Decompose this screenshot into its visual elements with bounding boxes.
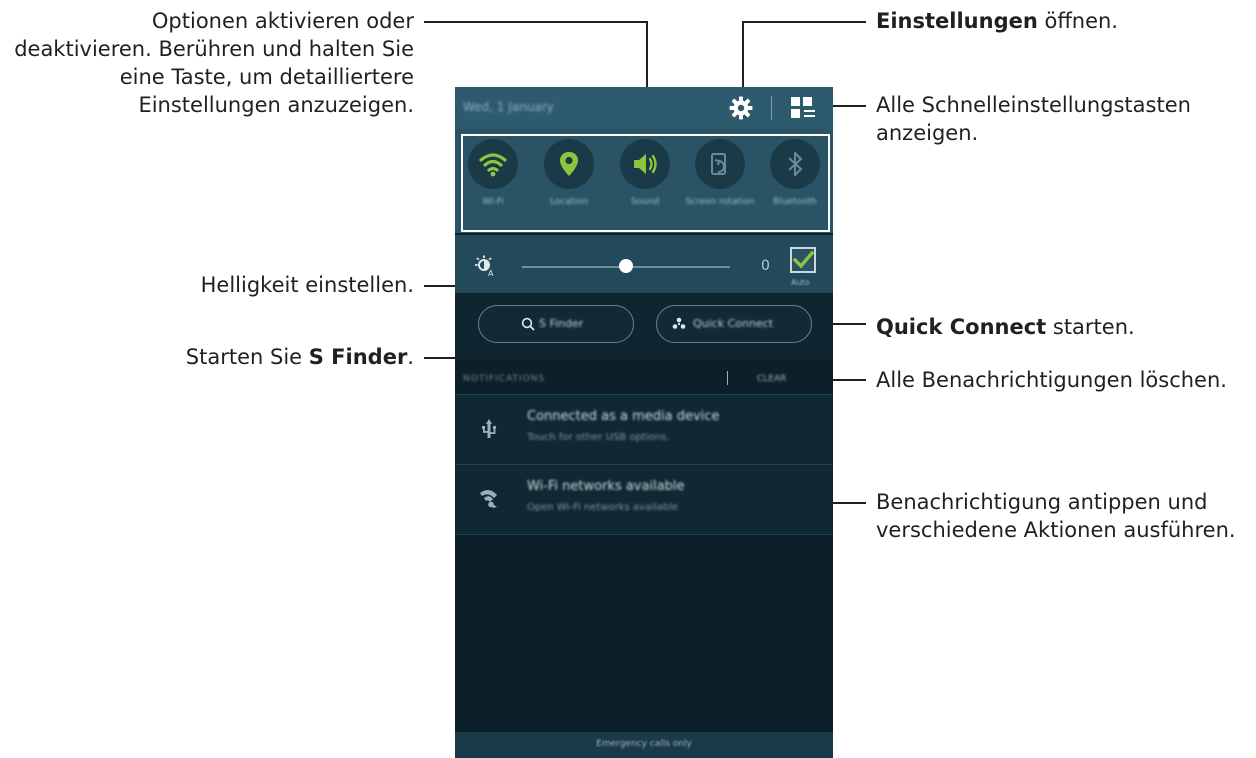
date-label: Wed, 1 January xyxy=(463,100,554,114)
callout-notification-line-2: verschiedene Aktionen ausführen. xyxy=(876,518,1236,542)
wifi-notification-icon xyxy=(480,489,497,508)
callout-sfinder-post: . xyxy=(407,345,414,369)
action-buttons-row: S Finder Quick Connect xyxy=(455,293,833,359)
callout-quick-connect-bold: Quick Connect xyxy=(876,315,1047,339)
auto-label: Auto xyxy=(791,278,810,287)
auto-brightness-checkbox[interactable] xyxy=(790,247,816,273)
notification-item[interactable]: Connected as a media device Touch for ot… xyxy=(455,395,833,465)
usb-icon xyxy=(482,419,497,438)
callout-all-quick: Alle Schnelleinstellungstasten anzeigen. xyxy=(876,91,1191,147)
emergency-calls-label: Emergency calls only xyxy=(596,739,692,749)
notification-title: Wi-Fi networks available xyxy=(527,479,685,494)
callout-sfinder: Starten Sie S Finder. xyxy=(0,343,414,371)
brightness-value: 0 xyxy=(761,258,770,274)
callout-all-quick-line-2: anzeigen. xyxy=(876,121,979,145)
callout-toggle-line-4: Einstellungen anzuzeigen. xyxy=(138,93,414,117)
header-divider xyxy=(771,96,772,120)
callout-settings-bold: Einstellungen xyxy=(876,9,1038,33)
callout-settings-rest: öffnen. xyxy=(1037,9,1119,33)
callout-toggle-line-3: eine Taste, um detailliertere xyxy=(119,65,414,89)
callout-notification-line-1: Benachrichtigung antippen und xyxy=(876,490,1208,514)
leader-line-settings-h xyxy=(742,21,866,23)
notifications-heading: NOTIFICATIONS xyxy=(463,374,546,384)
checkmark-icon xyxy=(792,250,815,269)
callout-brightness-text: Helligkeit einstellen. xyxy=(200,273,414,297)
notification-subtitle: Open Wi-Fi networks available xyxy=(527,502,679,513)
s-finder-search-icon xyxy=(521,317,535,331)
bottom-status-bar: Emergency calls only xyxy=(455,732,833,758)
leader-line-toggle-h xyxy=(424,21,648,23)
quick-connect-button[interactable]: Quick Connect xyxy=(656,305,812,343)
callout-quick-connect: Quick Connect starten. xyxy=(876,313,1135,341)
callout-sfinder-bold: S Finder xyxy=(308,345,408,369)
callout-all-quick-line-1: Alle Schnelleinstellungstasten xyxy=(876,93,1191,117)
callout-toggle-line-2: deaktivieren. Berühren und halten Sie xyxy=(14,37,414,61)
brightness-slider-thumb[interactable] xyxy=(619,259,633,273)
brightness-row: A 0 Auto xyxy=(455,235,833,293)
quick-connect-icon xyxy=(672,317,686,329)
callout-clear-all-text: Alle Benachrichtigungen löschen. xyxy=(876,368,1227,392)
svg-text:A: A xyxy=(488,269,494,277)
quick-connect-label: Quick Connect xyxy=(693,317,774,330)
quick-settings-highlight xyxy=(461,134,830,232)
callout-toggle-options: Optionen aktivieren oder deaktivieren. B… xyxy=(0,7,414,119)
notifications-header: NOTIFICATIONS CLEAR xyxy=(455,359,833,395)
callout-clear-all: Alle Benachrichtigungen löschen. xyxy=(876,366,1227,394)
brightness-auto-icon: A xyxy=(475,255,494,277)
callout-brightness: Helligkeit einstellen. xyxy=(0,271,414,299)
panel-header: Wed, 1 January xyxy=(455,87,833,129)
callout-sfinder-pre: Starten Sie xyxy=(185,345,309,369)
notification-title: Connected as a media device xyxy=(527,409,720,424)
callout-notification: Benachrichtigung antippen und verschiede… xyxy=(876,488,1236,544)
clear-button[interactable]: CLEAR xyxy=(757,374,786,384)
grid-edit-icon[interactable] xyxy=(790,96,816,120)
notifications-header-divider xyxy=(727,371,728,385)
callout-settings: Einstellungen öffnen. xyxy=(876,7,1118,35)
notification-subtitle: Touch for other USB options. xyxy=(527,432,670,443)
s-finder-button[interactable]: S Finder xyxy=(478,305,634,343)
notification-item[interactable]: Wi-Fi networks available Open Wi-Fi netw… xyxy=(455,465,833,535)
callout-quick-connect-rest: starten. xyxy=(1046,315,1135,339)
leader-line-settings-v xyxy=(742,21,744,95)
s-finder-label: S Finder xyxy=(539,317,584,330)
gear-icon[interactable] xyxy=(728,95,754,121)
callout-toggle-line-1: Optionen aktivieren oder xyxy=(151,9,414,33)
